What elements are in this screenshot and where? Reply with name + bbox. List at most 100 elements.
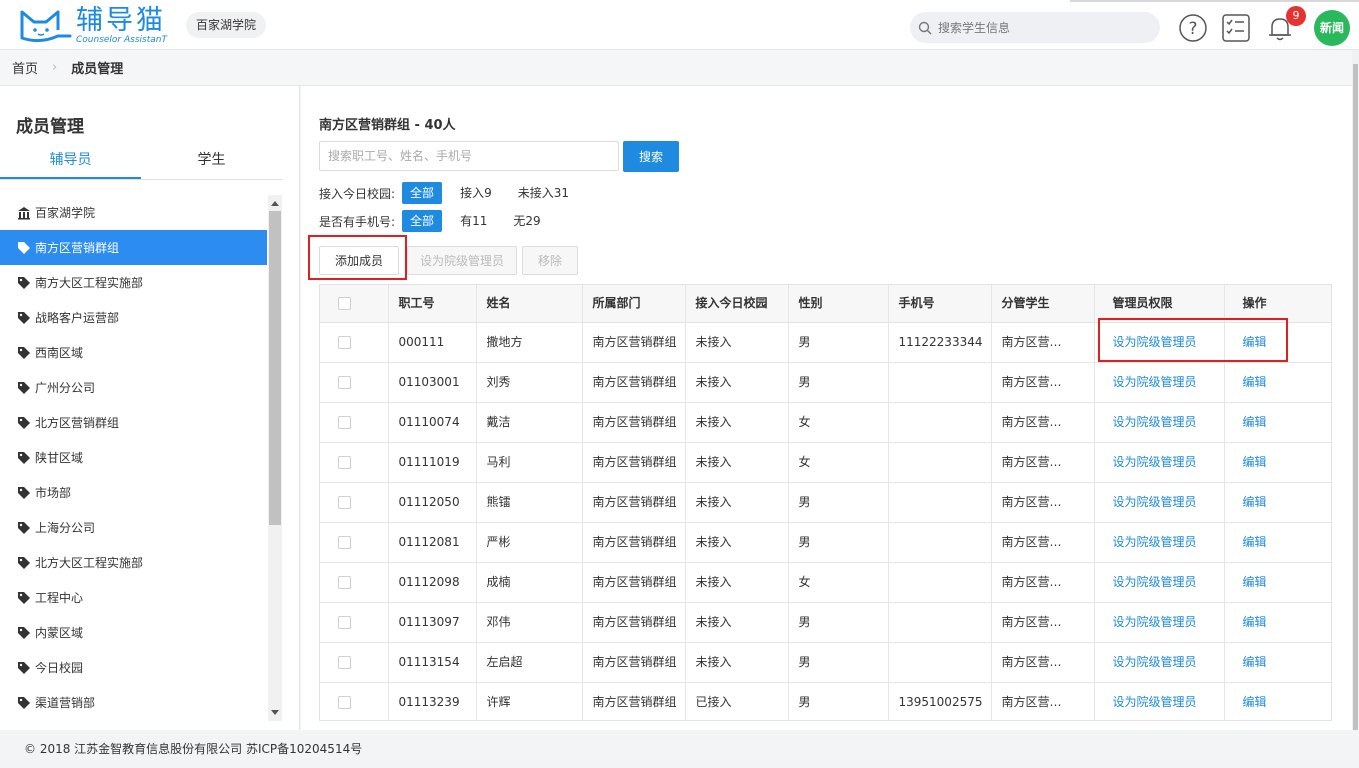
cell-name: 刘秀 <box>476 362 583 403</box>
tree-item[interactable]: 内蒙区域 <box>0 615 267 650</box>
row-checkbox[interactable] <box>338 616 351 629</box>
tree-item[interactable]: 北方大区工程实施部 <box>0 545 267 580</box>
page-scrollbar-thumb[interactable] <box>1353 64 1358 734</box>
set-admin-link[interactable]: 设为院级管理员 <box>1113 535 1197 549</box>
tree-item[interactable]: 广州分公司 <box>0 370 267 405</box>
header-phone[interactable]: 手机号 <box>888 285 992 323</box>
tree-item[interactable]: 陕甘区域 <box>0 440 267 475</box>
filter-phone-no[interactable]: 无29 <box>505 210 548 232</box>
tab-student[interactable]: 学生 <box>141 144 282 179</box>
header-admin[interactable]: 管理员权限 <box>1094 285 1225 323</box>
user-avatar[interactable]: 新闻 <box>1314 10 1350 46</box>
edit-link[interactable]: 编辑 <box>1243 495 1267 509</box>
row-checkbox[interactable] <box>338 496 351 509</box>
tree-item[interactable]: 渠道营销部 <box>0 685 267 720</box>
edit-link[interactable]: 编辑 <box>1243 375 1267 389</box>
edit-link[interactable]: 编辑 <box>1243 535 1267 549</box>
tree-scrollbar-thumb[interactable] <box>269 211 281 525</box>
remove-button[interactable]: 移除 <box>522 246 578 275</box>
tree-item[interactable]: 南方大区工程实施部 <box>0 265 267 300</box>
edit-link[interactable]: 编辑 <box>1243 415 1267 429</box>
tree-item[interactable]: 今日校园 <box>0 650 267 685</box>
table-row[interactable]: 01103001 刘秀 南方区营销群组 未接入男 南方区营… 设为院级管理员 编辑 <box>320 362 1331 403</box>
tree-item[interactable]: 西南区域 <box>0 335 267 370</box>
set-admin-link[interactable]: 设为院级管理员 <box>1113 695 1197 709</box>
edit-link[interactable]: 编辑 <box>1243 695 1267 709</box>
table-row[interactable]: 01112098 成楠 南方区营销群组 未接入女 南方区营… 设为院级管理员 编辑 <box>320 562 1331 603</box>
tab-counselor[interactable]: 辅导员 <box>0 144 141 179</box>
filter-campus-yes[interactable]: 接入9 <box>452 182 500 204</box>
header-id[interactable]: 职工号 <box>388 285 477 323</box>
logo[interactable]: 辅导猫 Counselor AssistanT <box>18 6 167 46</box>
cell-campus: 未接入 <box>685 562 789 603</box>
tree-item[interactable]: 市场部 <box>0 475 267 510</box>
breadcrumb-home[interactable]: 首页 <box>12 58 38 77</box>
header-name[interactable]: 姓名 <box>476 285 583 323</box>
row-checkbox[interactable] <box>338 456 351 469</box>
global-search-input[interactable] <box>938 20 1138 35</box>
header-gender[interactable]: 性别 <box>788 285 889 323</box>
filter-phone-yes[interactable]: 有11 <box>452 210 495 232</box>
edit-link[interactable]: 编辑 <box>1243 575 1267 589</box>
set-admin-button[interactable]: 设为院级管理员 <box>407 246 517 275</box>
cell-dept: 南方区营销群组 <box>582 322 686 363</box>
table-row[interactable]: 01113154 左启超 南方区营销群组 未接入男 南方区营… 设为院级管理员 编辑 <box>320 642 1331 683</box>
tree-item[interactable]: 北方区营销群组 <box>0 405 267 440</box>
row-checkbox[interactable] <box>338 376 351 389</box>
member-search-input[interactable] <box>319 141 619 171</box>
tree-item[interactable]: 南方区营销群组 <box>0 230 267 265</box>
header-campus[interactable]: 接入今日校园 <box>685 285 789 323</box>
table-row[interactable]: 01112050 熊镭 南方区营销群组 未接入男 南方区营… 设为院级管理员 编辑 <box>320 482 1331 523</box>
global-search[interactable] <box>910 12 1160 43</box>
filter-campus-no[interactable]: 未接入31 <box>510 182 577 204</box>
tree-item[interactable]: 百家湖学院 <box>0 195 267 230</box>
edit-link[interactable]: 编辑 <box>1243 335 1267 349</box>
school-switcher[interactable]: 百家湖学院 <box>186 12 267 38</box>
row-checkbox[interactable] <box>338 536 351 549</box>
table-row[interactable]: 01110074 戴洁 南方区营销群组 未接入女 南方区营… 设为院级管理员 编辑 <box>320 402 1331 443</box>
row-checkbox[interactable] <box>338 696 351 709</box>
set-admin-link[interactable]: 设为院级管理员 <box>1113 575 1197 589</box>
table-row[interactable]: 01111019 马利 南方区营销群组 未接入女 南方区营… 设为院级管理员 编辑 <box>320 442 1331 483</box>
tag-icon <box>18 626 30 639</box>
row-checkbox[interactable] <box>338 576 351 589</box>
row-checkbox[interactable] <box>338 416 351 429</box>
header-students[interactable]: 分管学生 <box>991 285 1095 323</box>
select-all-checkbox[interactable] <box>338 297 351 311</box>
task-list-icon[interactable] <box>1221 13 1251 43</box>
table-row[interactable]: 01112081 严彬 南方区营销群组 未接入男 南方区营… 设为院级管理员 编辑 <box>320 522 1331 563</box>
table-row[interactable]: 000111 撒地方 南方区营销群组 未接入男 11122233344 南方区营… 设为院级… <box>320 322 1331 363</box>
filter-campus-all[interactable]: 全部 <box>402 182 443 204</box>
header-dept[interactable]: 所属部门 <box>582 285 686 323</box>
set-admin-link[interactable]: 设为院级管理员 <box>1113 455 1197 469</box>
scroll-down-icon[interactable] <box>271 710 279 715</box>
edit-link[interactable]: 编辑 <box>1243 655 1267 669</box>
tree-item[interactable]: 战略客户运营部 <box>0 300 267 335</box>
help-icon[interactable]: ? <box>1178 13 1208 43</box>
cell-admin: 设为院级管理员 <box>1094 322 1225 363</box>
cell-campus: 未接入 <box>685 642 789 683</box>
row-checkbox[interactable] <box>338 336 351 349</box>
member-search-button[interactable]: 搜索 <box>623 141 679 172</box>
cell-phone <box>888 402 992 443</box>
set-admin-link[interactable]: 设为院级管理员 <box>1113 615 1197 629</box>
tree-item[interactable]: 上海分公司 <box>0 510 267 545</box>
set-admin-link[interactable]: 设为院级管理员 <box>1113 655 1197 669</box>
table-row[interactable]: 01113239 许辉 南方区营销群组 已接入男 13951002575 南方区营… 设为院… <box>320 682 1331 720</box>
header-op: 操作 <box>1224 285 1331 323</box>
tree-scrollbar[interactable] <box>268 195 282 721</box>
edit-link[interactable]: 编辑 <box>1243 455 1267 469</box>
set-admin-link[interactable]: 设为院级管理员 <box>1113 335 1197 349</box>
row-checkbox[interactable] <box>338 656 351 669</box>
set-admin-link[interactable]: 设为院级管理员 <box>1113 415 1197 429</box>
set-admin-link[interactable]: 设为院级管理员 <box>1113 495 1197 509</box>
set-admin-link[interactable]: 设为院级管理员 <box>1113 375 1197 389</box>
edit-link[interactable]: 编辑 <box>1243 615 1267 629</box>
tree-item[interactable]: 工程中心 <box>0 580 267 615</box>
filter-phone-all[interactable]: 全部 <box>402 210 443 232</box>
scroll-up-icon[interactable] <box>271 201 279 206</box>
add-member-button[interactable]: 添加成员 <box>319 246 399 275</box>
table-row[interactable]: 01113097 邓伟 南方区营销群组 未接入男 南方区营… 设为院级管理员 编辑 <box>320 602 1331 643</box>
page-scrollbar[interactable] <box>1352 50 1359 734</box>
row-select-cell <box>320 602 389 643</box>
